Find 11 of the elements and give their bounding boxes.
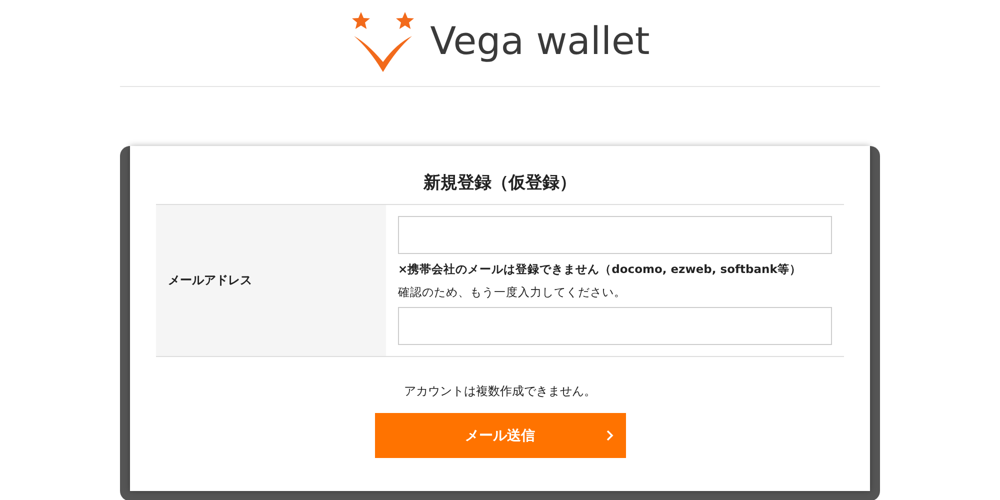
confirm-hint: 確認のため、もう一度入力してください。 <box>398 285 627 300</box>
email-input[interactable] <box>398 216 832 254</box>
email-confirm-input[interactable] <box>398 307 832 345</box>
form-title: 新規登録（仮登録） <box>424 172 576 195</box>
warning-note: ×携帯会社のメールは登録できません（docomo, ezweb, softbank等） <box>398 262 802 277</box>
field-label: メールアドレス <box>168 272 252 289</box>
send-mail-button[interactable]: メール送信 <box>374 413 626 458</box>
logo-icon <box>350 10 416 72</box>
account-notice: アカウントは複数作成できません。 <box>404 383 596 400</box>
logo-text: Vega wallet <box>430 19 650 63</box>
chevron-right-icon <box>606 430 614 441</box>
